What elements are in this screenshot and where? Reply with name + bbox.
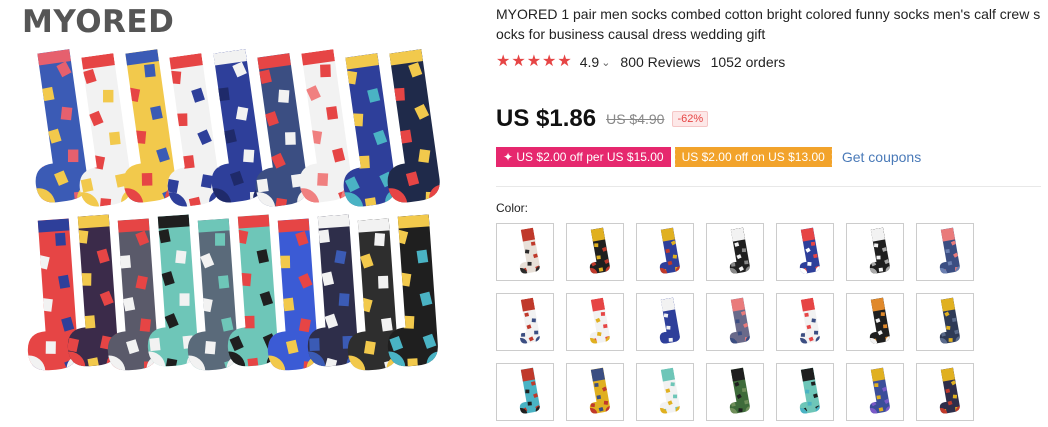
- get-coupons-link[interactable]: Get coupons: [842, 149, 921, 165]
- sock-thumbnail: [583, 227, 611, 275]
- color-swatch[interactable]: [706, 363, 764, 421]
- color-swatch[interactable]: [706, 293, 764, 351]
- star-icon: ★: [526, 53, 542, 70]
- color-swatch[interactable]: [916, 223, 974, 281]
- rating-row: ★ ★ ★ ★ ★ 4.9 ⌄ 800 Reviews 1052 orders: [496, 52, 785, 72]
- brand-logo: MYORED: [22, 4, 175, 40]
- discount-badge: -62%: [672, 111, 709, 127]
- orders-count: 1052 orders: [710, 54, 786, 70]
- reviews-link[interactable]: 800 Reviews: [620, 54, 700, 70]
- star-rating: ★ ★ ★ ★ ★: [496, 54, 572, 70]
- sock-thumbnail: [583, 297, 611, 345]
- sock-thumbnail: [653, 297, 681, 345]
- color-swatch[interactable]: [776, 223, 834, 281]
- sock-thumbnail: [793, 367, 821, 415]
- product-image[interactable]: MYORED: [0, 0, 480, 427]
- color-swatch[interactable]: [636, 293, 694, 351]
- select-coupon-badge[interactable]: US $2.00 off on US $13.00: [672, 147, 832, 167]
- color-swatch[interactable]: [496, 223, 554, 281]
- price-row: US $1.86 US $4.90 -62%: [496, 104, 709, 134]
- color-swatch[interactable]: [916, 363, 974, 421]
- sock-thumbnail: [513, 227, 541, 275]
- star-icon: ★: [511, 53, 526, 70]
- original-price: US $4.90: [606, 111, 665, 127]
- star-icon: ★: [557, 53, 572, 70]
- socks-photo: [20, 49, 443, 372]
- color-swatch[interactable]: [776, 293, 834, 351]
- rating-value[interactable]: 4.9: [580, 54, 599, 70]
- color-swatch[interactable]: [566, 363, 624, 421]
- color-swatch[interactable]: [706, 223, 764, 281]
- color-swatch[interactable]: [496, 363, 554, 421]
- color-swatch[interactable]: [566, 293, 624, 351]
- color-swatch[interactable]: [636, 363, 694, 421]
- sock-thumbnail: [723, 227, 751, 275]
- color-swatch[interactable]: [636, 223, 694, 281]
- sock-thumbnail: [583, 367, 611, 415]
- sock-thumbnail: [653, 227, 681, 275]
- color-swatch-grid: [496, 223, 974, 421]
- sock-thumbnail: [653, 367, 681, 415]
- store-coupon-badge[interactable]: ✦ US $2.00 off per US $15.00: [496, 147, 671, 167]
- sock-thumbnail: [933, 297, 961, 345]
- star-icon: ★: [496, 53, 511, 70]
- color-swatch[interactable]: [916, 293, 974, 351]
- color-swatch[interactable]: [776, 363, 834, 421]
- sock-thumbnail: [933, 367, 961, 415]
- chevron-down-icon[interactable]: ⌄: [601, 56, 610, 69]
- sock-thumbnail: [863, 297, 891, 345]
- sock-thumbnail: [793, 297, 821, 345]
- color-label: Color:: [496, 201, 529, 215]
- sock-thumbnail: [513, 297, 541, 345]
- star-icon: ★: [542, 53, 557, 70]
- coupon-row: ✦ US $2.00 off per US $15.00 US $2.00 of…: [496, 146, 921, 168]
- color-swatch[interactable]: [846, 293, 904, 351]
- sock-thumbnail: [933, 227, 961, 275]
- color-swatch[interactable]: [566, 223, 624, 281]
- sock-thumbnail: [723, 367, 751, 415]
- color-swatch[interactable]: [846, 223, 904, 281]
- current-price: US $1.86: [496, 105, 597, 132]
- sock-thumbnail: [863, 227, 891, 275]
- color-swatch[interactable]: [846, 363, 904, 421]
- sock-thumbnail: [723, 297, 751, 345]
- sock-thumbnail: [793, 227, 821, 275]
- color-swatch[interactable]: [496, 293, 554, 351]
- sock-thumbnail: [863, 367, 891, 415]
- divider: [496, 186, 1041, 187]
- product-title: MYORED 1 pair men socks combed cotton br…: [496, 6, 1041, 42]
- sock-thumbnail: [513, 367, 541, 415]
